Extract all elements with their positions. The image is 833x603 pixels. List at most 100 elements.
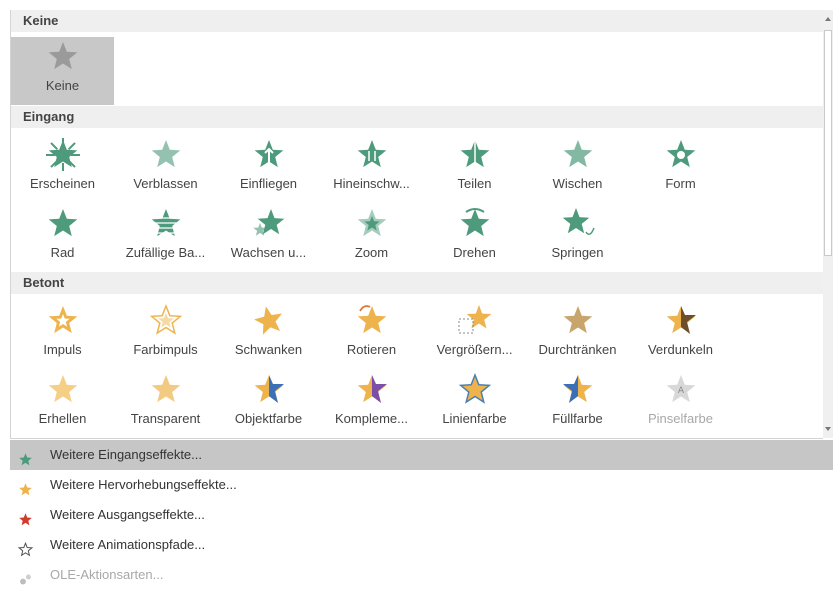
effect-erscheinen[interactable]: Erscheinen <box>11 135 114 203</box>
scrollbar-thumb[interactable] <box>824 30 832 256</box>
lighten-star-icon <box>11 372 114 406</box>
effect-label: Rad <box>50 245 75 260</box>
effect-einfliegen[interactable]: Einfliegen <box>217 135 320 203</box>
effect-rotieren[interactable]: Rotieren <box>320 301 423 369</box>
gears-icon <box>18 568 33 585</box>
effect-kompleme[interactable]: Kompleme... <box>320 370 423 438</box>
menu-item-weitere-animationspfade[interactable]: Weitere Animationspfade... <box>10 530 833 560</box>
effect-label: Springen <box>551 245 604 260</box>
menu-item-label: Weitere Hervorhebungseffekte... <box>50 477 237 492</box>
effect-label: Rotieren <box>346 342 397 357</box>
scroll-down-arrow-icon[interactable] <box>823 420 833 438</box>
shape-star-icon <box>629 137 732 171</box>
effect-label: Zufällige Ba... <box>125 245 206 260</box>
effect-keine[interactable]: Keine <box>11 37 114 105</box>
effect-erhellen[interactable]: Erhellen <box>11 370 114 438</box>
outline-star-icon <box>17 538 34 557</box>
menu-item-weitere-ausgangseffekte[interactable]: Weitere Ausgangseffekte... <box>10 500 833 530</box>
grow-turn-star-icon <box>217 206 320 240</box>
effect-form[interactable]: Form <box>629 135 732 203</box>
effect-label: Zoom <box>354 245 389 260</box>
effect-springen[interactable]: Springen <box>526 204 629 272</box>
effect-hineinschw[interactable]: Hineinschw... <box>320 135 423 203</box>
effect-wachsen-u[interactable]: Wachsen u... <box>217 204 320 272</box>
effect-objektfarbe[interactable]: Objektfarbe <box>217 370 320 438</box>
menu-item-label: Weitere Eingangseffekte... <box>50 447 203 462</box>
random-bars-star-icon <box>114 206 217 240</box>
section-title: Betont <box>23 275 65 290</box>
section-header-emphasis: Betont <box>11 272 823 294</box>
wheel-star-icon <box>11 206 114 240</box>
effect-schwanken[interactable]: Schwanken <box>217 301 320 369</box>
section-title: Eingang <box>23 109 75 124</box>
effect-label: Erhellen <box>38 411 87 426</box>
effect-label: Kompleme... <box>335 411 408 426</box>
effect-impuls[interactable]: Impuls <box>11 301 114 369</box>
effect-label: Durchtränken <box>538 342 617 357</box>
effect-zoom[interactable]: Zoom <box>320 204 423 272</box>
green-star-icon <box>18 448 33 466</box>
effect-label: Einfliegen <box>239 176 298 191</box>
menu-item-ole-aktionsarten[interactable]: OLE-Aktionsarten... <box>10 560 833 590</box>
effect-label: Form <box>665 176 696 191</box>
section-header-none: Keine <box>11 10 823 32</box>
swivel-star-icon <box>423 206 526 240</box>
effect-label: Schwanken <box>234 342 303 357</box>
split-star-icon <box>423 137 526 171</box>
fill-color-star-icon <box>526 372 629 406</box>
transparency-star-icon <box>114 372 217 406</box>
effect-label: Farbimpuls <box>133 342 198 357</box>
effect-label: Teilen <box>457 176 492 191</box>
effect-label: Wachsen u... <box>230 245 307 260</box>
effect-vergrößern[interactable]: Vergrößern... <box>423 301 526 369</box>
grow-shrink-star-icon <box>423 303 526 337</box>
effect-durchtränken[interactable]: Durchtränken <box>526 301 629 369</box>
effect-label: Verdunkeln <box>647 342 714 357</box>
effect-transparent[interactable]: Transparent <box>114 370 217 438</box>
menu-item-weitere-eingangseffekte[interactable]: Weitere Eingangseffekte... <box>10 440 833 470</box>
effect-verblassen[interactable]: Verblassen <box>114 135 217 203</box>
effect-label: Wischen <box>552 176 603 191</box>
effect-pinselfarbe[interactable]: A Pinselfarbe <box>629 370 732 438</box>
zoom-star-icon <box>320 206 423 240</box>
float-in-star-icon <box>320 137 423 171</box>
wipe-star-icon <box>526 137 629 171</box>
gray-star-icon <box>11 39 114 73</box>
menu-item-label: Weitere Animationspfade... <box>50 537 206 552</box>
effect-drehen[interactable]: Drehen <box>423 204 526 272</box>
menu-item-label: Weitere Ausgangseffekte... <box>50 507 205 522</box>
effect-label: Hineinschw... <box>333 176 410 191</box>
yellow-star-icon <box>18 478 33 496</box>
effect-rad[interactable]: Rad <box>11 204 114 272</box>
effect-zufällige-ba[interactable]: Zufällige Ba... <box>114 204 217 272</box>
menu-item-weitere-hervorhebungseffekte[interactable]: Weitere Hervorhebungseffekte... <box>10 470 833 500</box>
effect-label: Drehen <box>453 245 496 260</box>
menu-item-label: OLE-Aktionsarten... <box>50 567 164 582</box>
color-pulse-star-icon <box>114 303 217 337</box>
effect-label: Objektfarbe <box>234 411 303 426</box>
effect-label: Keine <box>45 78 80 93</box>
line-color-star-icon <box>423 372 526 406</box>
object-color-star-icon <box>217 372 320 406</box>
fade-star-icon <box>114 137 217 171</box>
pulse-star-icon <box>11 303 114 337</box>
section-header-entrance: Eingang <box>11 106 823 128</box>
effect-farbimpuls[interactable]: Farbimpuls <box>114 301 217 369</box>
effect-label: Linienfarbe <box>442 411 507 426</box>
desaturate-star-icon <box>526 303 629 337</box>
effect-füllfarbe[interactable]: Füllfarbe <box>526 370 629 438</box>
effect-label: Erscheinen <box>29 176 96 191</box>
svg-text:A: A <box>677 386 684 396</box>
appear-star-icon <box>11 137 114 171</box>
effect-label: Transparent <box>130 411 201 426</box>
effect-verdunkeln[interactable]: Verdunkeln <box>629 301 732 369</box>
effect-linienfarbe[interactable]: Linienfarbe <box>423 370 526 438</box>
effect-label: Pinselfarbe <box>647 411 714 426</box>
section-title: Keine <box>23 13 59 28</box>
effect-teilen[interactable]: Teilen <box>423 135 526 203</box>
scroll-up-arrow-icon[interactable] <box>823 10 833 28</box>
fly-in-star-icon <box>217 137 320 171</box>
effect-wischen[interactable]: Wischen <box>526 135 629 203</box>
brush-color-star-icon: A <box>629 372 732 406</box>
gallery-scrollbar[interactable] <box>823 10 833 438</box>
